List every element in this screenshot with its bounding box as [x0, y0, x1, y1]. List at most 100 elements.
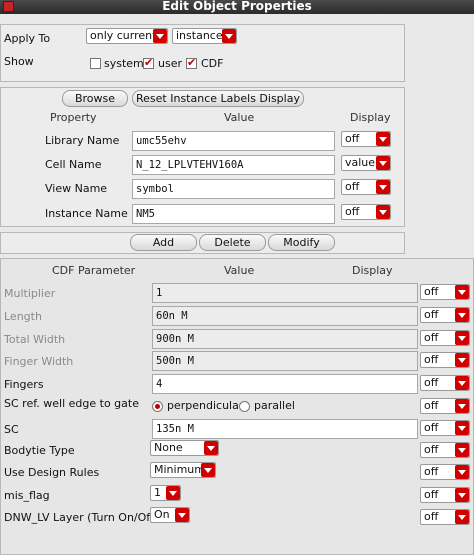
display-value: off	[345, 205, 360, 218]
cell-name-label: Cell Name	[45, 158, 102, 171]
display-value: value	[345, 156, 376, 169]
mis-flag-display-select[interactable]: off	[420, 487, 470, 503]
chevron-down-icon	[175, 508, 189, 522]
total-width-field[interactable]: 900n M	[152, 329, 418, 349]
chevron-down-icon	[376, 156, 390, 170]
instance-name-label: Instance Name	[45, 207, 128, 220]
instance-name-field[interactable]: NM5	[132, 204, 335, 224]
finger-width-label: Finger Width	[4, 355, 74, 368]
display-value: off	[424, 421, 439, 434]
perpendicular-radio-label: perpendicular	[167, 399, 244, 412]
chevron-down-icon	[455, 421, 469, 435]
bodytie-display-select[interactable]: off	[420, 442, 470, 458]
apply-scope-select[interactable]: only current	[86, 28, 168, 44]
display-header: Display	[350, 111, 391, 124]
cell-name-display-select[interactable]: value	[341, 155, 391, 171]
dnw-lv-layer-label: DNW_LV Layer (Turn On/Off)	[4, 511, 159, 524]
perpendicular-radio[interactable]	[152, 401, 163, 412]
chevron-down-icon	[204, 441, 218, 455]
chevron-down-icon	[455, 353, 469, 367]
system-checkbox[interactable]	[90, 58, 101, 69]
display-value: off	[424, 443, 439, 456]
chevron-down-icon	[376, 132, 390, 146]
multiplier-field[interactable]: 1	[152, 283, 418, 303]
dnw-lv-layer-display-select[interactable]: off	[420, 509, 470, 525]
display-value: off	[424, 308, 439, 321]
chevron-down-icon	[455, 465, 469, 479]
instance-name-display-select[interactable]: off	[341, 204, 391, 220]
length-field[interactable]: 60n M	[152, 306, 418, 326]
chevron-down-icon	[455, 376, 469, 390]
bodytie-type-select[interactable]: None	[150, 440, 219, 456]
multiplier-display-select[interactable]: off	[420, 284, 470, 300]
display-value: off	[424, 331, 439, 344]
chevron-down-icon	[166, 486, 180, 500]
display-value: off	[345, 132, 360, 145]
finger-width-display-select[interactable]: off	[420, 352, 470, 368]
view-name-label: View Name	[45, 182, 108, 195]
total-width-label: Total Width	[4, 333, 66, 346]
multiplier-label: Multiplier	[4, 287, 56, 300]
window-title: Edit Object Properties	[162, 0, 312, 13]
chevron-down-icon	[455, 510, 469, 524]
parallel-radio-label: parallel	[254, 399, 295, 412]
bodytie-type-label: Bodytie Type	[4, 444, 75, 457]
display-value: off	[424, 285, 439, 298]
length-display-select[interactable]: off	[420, 307, 470, 323]
apply-to-label: Apply To	[4, 32, 51, 45]
browse-button[interactable]: Browse	[62, 90, 128, 107]
apply-target-value: instance	[176, 29, 223, 42]
cdf-checkbox-label: CDF	[201, 57, 224, 70]
cell-name-field[interactable]: N_12_LPLVTEHV160A	[132, 155, 335, 175]
cdf-checkbox[interactable]	[186, 56, 197, 69]
user-checkbox[interactable]	[143, 56, 154, 69]
dnw-lv-layer-select[interactable]: On	[150, 507, 190, 523]
chevron-down-icon	[201, 463, 215, 477]
total-width-display-select[interactable]: off	[420, 330, 470, 346]
sc-ref-label: SC ref. well edge to gate	[4, 397, 139, 410]
fingers-display-select[interactable]: off	[420, 375, 470, 391]
library-name-display-select[interactable]: off	[341, 131, 391, 147]
system-checkbox-label: system	[104, 57, 144, 70]
view-name-field[interactable]: symbol	[132, 179, 335, 199]
chevron-down-icon	[455, 399, 469, 413]
sc-ref-display-select[interactable]: off	[420, 398, 470, 414]
view-name-display-select[interactable]: off	[341, 179, 391, 195]
sc-field[interactable]: 135n M	[152, 419, 418, 439]
modify-button[interactable]: Modify	[268, 234, 335, 251]
finger-width-field[interactable]: 500n M	[152, 351, 418, 371]
sc-label: SC	[4, 423, 19, 436]
mis-flag-select[interactable]: 1	[150, 485, 181, 501]
value-header: Value	[224, 111, 255, 124]
display-value: off	[345, 180, 360, 193]
mis-flag-label: mis_flag	[4, 489, 50, 502]
cdf-parameter-header: CDF Parameter	[52, 264, 136, 277]
parallel-radio[interactable]	[239, 401, 250, 412]
add-button[interactable]: Add	[130, 234, 197, 251]
display-value: off	[424, 376, 439, 389]
display-value: off	[424, 399, 439, 412]
chevron-down-icon	[153, 29, 167, 43]
mis-flag-value: 1	[154, 486, 161, 499]
property-header: Property	[50, 111, 97, 124]
use-design-rules-select[interactable]: Minimum	[150, 462, 216, 478]
use-design-rules-display-select[interactable]: off	[420, 464, 470, 480]
reset-labels-button[interactable]: Reset Instance Labels Display	[132, 90, 304, 107]
show-label: Show	[4, 55, 34, 68]
fingers-field[interactable]: 4	[152, 374, 418, 394]
user-checkbox-label: user	[158, 57, 182, 70]
delete-button[interactable]: Delete	[199, 234, 266, 251]
library-name-field[interactable]: umc55ehv	[132, 131, 335, 151]
display-value: off	[424, 488, 439, 501]
display-value: off	[424, 465, 439, 478]
display-value: off	[424, 510, 439, 523]
chevron-down-icon	[376, 180, 390, 194]
sc-display-select[interactable]: off	[420, 420, 470, 436]
apply-scope-value: only current	[90, 29, 157, 42]
fingers-label: Fingers	[4, 378, 44, 391]
apply-target-select[interactable]: instance	[172, 28, 237, 44]
library-name-label: Library Name	[45, 134, 120, 147]
bodytie-type-value: None	[154, 441, 183, 454]
chevron-down-icon	[455, 488, 469, 502]
window-menu-icon[interactable]	[3, 1, 14, 12]
